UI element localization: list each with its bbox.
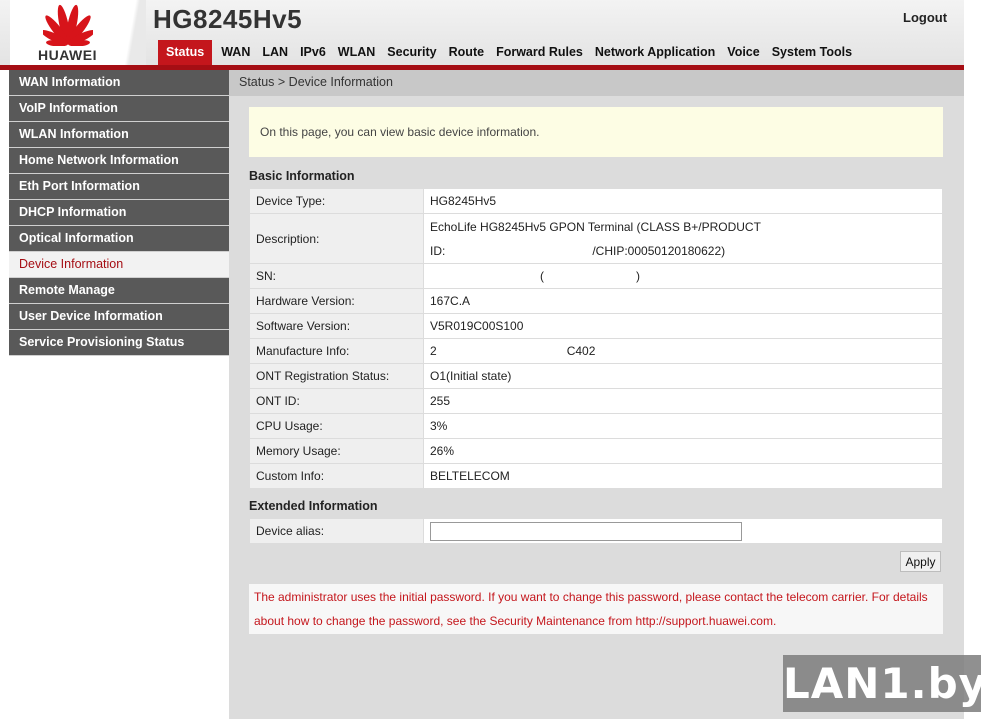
- huawei-petals-icon: [43, 4, 93, 46]
- sn-paren-close: ): [636, 269, 640, 283]
- redaction-mask: [445, 246, 593, 257]
- extended-information-title: Extended Information: [249, 499, 378, 513]
- description-chip-suffix: /CHIP:00050120180622): [592, 243, 726, 258]
- redaction-mask: [430, 271, 540, 282]
- sidebar-item-wlan-information[interactable]: WLAN Information: [9, 122, 229, 148]
- extended-information-table: Device alias:: [249, 518, 943, 544]
- ont-registration-status-label: ONT Registration Status:: [249, 363, 424, 389]
- sn-value: (): [423, 263, 943, 289]
- redaction-mask: [436, 346, 567, 357]
- table-row: Custom Info: BELTELECOM: [249, 463, 943, 489]
- nav-tab-ipv6[interactable]: IPv6: [294, 40, 332, 65]
- manufacture-info-prefix: 2: [430, 344, 437, 358]
- table-row: Memory Usage: 26%: [249, 438, 943, 464]
- sidebar-item-device-information[interactable]: Device Information: [9, 252, 229, 278]
- nav-tab-voice[interactable]: Voice: [721, 40, 765, 65]
- sidebar-item-voip-information[interactable]: VoIP Information: [9, 96, 229, 122]
- nav-tab-status[interactable]: Status: [158, 40, 213, 65]
- sidebar-item-optical-information[interactable]: Optical Information: [9, 226, 229, 252]
- sidebar-item-home-network-information[interactable]: Home Network Information: [9, 148, 229, 174]
- table-row: SN: (): [249, 263, 943, 289]
- description-line-2: ID: /CHIP:00050120180622): [430, 239, 942, 263]
- table-row: CPU Usage: 3%: [249, 413, 943, 439]
- breadcrumb: Status > Device Information: [229, 70, 964, 96]
- device-alias-input[interactable]: [430, 521, 742, 541]
- device-type-label: Device Type:: [249, 188, 424, 214]
- sidebar: WAN Information VoIP Information WLAN In…: [9, 70, 229, 719]
- table-row: Description: EchoLife HG8245Hv5 GPON Ter…: [249, 213, 943, 264]
- memory-usage-label: Memory Usage:: [249, 438, 424, 464]
- device-alias-cell: [423, 518, 943, 544]
- hardware-version-value: 167C.A: [423, 288, 943, 314]
- logout-link[interactable]: Logout: [903, 10, 947, 25]
- nav-tab-security[interactable]: Security: [381, 40, 442, 65]
- custom-info-label: Custom Info:: [249, 463, 424, 489]
- ont-registration-status-value: O1(Initial state): [423, 363, 943, 389]
- sidebar-item-wan-information[interactable]: WAN Information: [9, 70, 229, 96]
- nav-tab-wlan[interactable]: WLAN: [332, 40, 382, 65]
- sn-label: SN:: [249, 263, 424, 289]
- description-value: EchoLife HG8245Hv5 GPON Terminal (CLASS …: [423, 213, 943, 264]
- page-notice: On this page, you can view basic device …: [249, 107, 943, 157]
- logo-text: HUAWEI: [38, 47, 97, 63]
- cpu-usage-label: CPU Usage:: [249, 413, 424, 439]
- sidebar-item-service-provisioning-status[interactable]: Service Provisioning Status: [9, 330, 229, 356]
- device-alias-label: Device alias:: [249, 518, 424, 544]
- basic-information-title: Basic Information: [249, 169, 355, 183]
- basic-information-table: Device Type: HG8245Hv5 Description: Echo…: [249, 188, 943, 489]
- description-label: Description:: [249, 213, 424, 264]
- manufacture-info-value: 2 C402: [423, 338, 943, 364]
- sidebar-item-user-device-information[interactable]: User Device Information: [9, 304, 229, 330]
- software-version-label: Software Version:: [249, 313, 424, 339]
- top-nav: Status WAN LAN IPv6 WLAN Security Route …: [158, 40, 858, 65]
- description-id-prefix: ID:: [430, 243, 446, 258]
- table-row: ONT ID: 255: [249, 388, 943, 414]
- hardware-version-label: Hardware Version:: [249, 288, 424, 314]
- software-version-value: V5R019C00S100: [423, 313, 943, 339]
- sidebar-item-remote-manage[interactable]: Remote Manage: [9, 278, 229, 304]
- manufacture-info-suffix: C402: [566, 344, 596, 358]
- table-row: Manufacture Info: 2 C402: [249, 338, 943, 364]
- device-model-title: HG8245Hv5: [153, 4, 303, 34]
- warning-line-2: about how to change the password, see th…: [254, 614, 777, 628]
- manufacture-info-label: Manufacture Info:: [249, 338, 424, 364]
- nav-tab-lan[interactable]: LAN: [256, 40, 294, 65]
- site-watermark: LAN1.by: [783, 655, 986, 712]
- table-row: Hardware Version: 167C.A: [249, 288, 943, 314]
- memory-usage-value: 26%: [423, 438, 943, 464]
- table-row: ONT Registration Status: O1(Initial stat…: [249, 363, 943, 389]
- header: HUAWEI HG8245Hv5 Logout Status WAN LAN I…: [0, 0, 964, 70]
- nav-tab-wan[interactable]: WAN: [215, 40, 256, 65]
- router-admin-page: HUAWEI HG8245Hv5 Logout Status WAN LAN I…: [0, 0, 991, 719]
- table-row: Software Version: V5R019C00S100: [249, 313, 943, 339]
- redaction-mask: [544, 271, 636, 282]
- custom-info-value: BELTELECOM: [423, 463, 943, 489]
- sidebar-item-dhcp-information[interactable]: DHCP Information: [9, 200, 229, 226]
- password-warning: The administrator uses the initial passw…: [249, 584, 943, 634]
- huawei-logo: HUAWEI: [10, 0, 125, 68]
- cpu-usage-value: 3%: [423, 413, 943, 439]
- sidebar-item-eth-port-information[interactable]: Eth Port Information: [9, 174, 229, 200]
- warning-line-1: The administrator uses the initial passw…: [254, 590, 928, 604]
- ont-id-label: ONT ID:: [249, 388, 424, 414]
- logo-divider: [118, 0, 146, 68]
- ont-id-value: 255: [423, 388, 943, 414]
- nav-tab-forward-rules[interactable]: Forward Rules: [490, 40, 589, 65]
- nav-tab-system-tools[interactable]: System Tools: [766, 40, 858, 65]
- nav-tab-network-application[interactable]: Network Application: [589, 40, 721, 65]
- description-line-1: EchoLife HG8245Hv5 GPON Terminal (CLASS …: [430, 219, 761, 234]
- table-row: Device Type: HG8245Hv5: [249, 188, 943, 214]
- device-type-value: HG8245Hv5: [423, 188, 943, 214]
- apply-button[interactable]: Apply: [900, 551, 941, 572]
- main-content: Status > Device Information On this page…: [229, 70, 964, 719]
- nav-tab-route[interactable]: Route: [443, 40, 490, 65]
- table-row: Device alias:: [249, 518, 943, 544]
